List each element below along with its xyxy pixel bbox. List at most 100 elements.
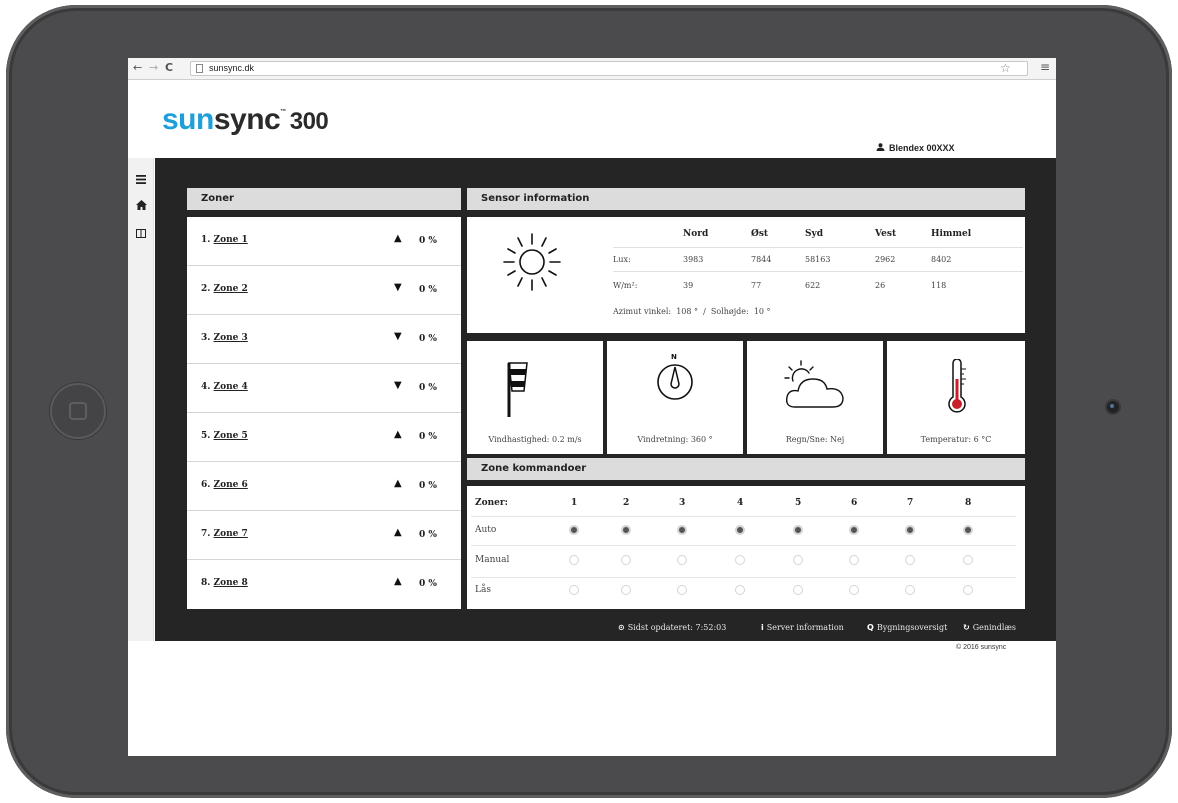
command-row-label: Auto [475, 525, 497, 535]
command-radio[interactable] [621, 585, 631, 595]
zone-link[interactable]: Zone 7 [214, 529, 248, 539]
command-radio[interactable] [905, 525, 915, 535]
command-radio[interactable] [905, 555, 915, 565]
zone-row: 6. Zone 6 ▲ 0 % [187, 462, 461, 511]
hamburger-icon[interactable] [136, 174, 146, 187]
sunsync-logo[interactable]: sunsync™ 300 [162, 103, 329, 137]
wm2-oest: 77 [751, 281, 762, 290]
command-radio[interactable] [963, 525, 973, 535]
command-radio[interactable] [849, 555, 859, 565]
logo-sun: sun [162, 103, 214, 136]
arrow-down-icon[interactable]: ▼ [394, 282, 402, 293]
building-overview-text: Bygningsoversigt [876, 623, 948, 632]
zone-percent: 0 % [419, 334, 437, 344]
camera-lens [1107, 401, 1119, 413]
server-info-link[interactable]: i Server information [761, 623, 844, 632]
command-radio[interactable] [735, 555, 745, 565]
lux-himmel: 8402 [931, 255, 952, 264]
zone-link[interactable]: Zone 2 [214, 284, 248, 294]
home-button[interactable] [50, 383, 106, 439]
browser-menu-icon[interactable]: ≡ [1040, 60, 1050, 74]
zone-label: 4. Zone 4 [201, 382, 248, 392]
bookmark-star-icon[interactable]: ☆ [1000, 61, 1011, 75]
building-overview-link[interactable]: Q Bygningsoversigt [867, 623, 947, 632]
zone-link[interactable]: Zone 4 [214, 382, 248, 392]
forward-arrow-icon[interactable]: → [149, 61, 158, 74]
zone-label: 3. Zone 3 [201, 333, 248, 343]
rain-label: Regn/Sne: Nej [785, 435, 845, 444]
arrow-up-icon[interactable]: ▲ [394, 429, 402, 440]
wm2-label: W/m²: [613, 281, 638, 290]
zone-number: 1. [201, 235, 211, 245]
zone-link[interactable]: Zone 5 [214, 431, 248, 441]
command-radio[interactable] [793, 555, 803, 565]
cloud-sun-icon [784, 360, 844, 408]
home-icon[interactable] [136, 200, 147, 213]
address-bar[interactable]: sunsync.dk [190, 61, 1028, 76]
zone-column-header: 3 [679, 498, 686, 508]
command-radio[interactable] [849, 585, 859, 595]
command-radio[interactable] [569, 585, 579, 595]
zone-column-header: 4 [737, 498, 744, 508]
arrow-down-icon[interactable]: ▼ [394, 380, 402, 391]
divider [471, 516, 1016, 517]
zone-percent: 0 % [419, 383, 437, 393]
search-icon: Q [867, 623, 874, 632]
command-radio[interactable] [793, 525, 803, 535]
sensor-panel: Nord Øst Syd Vest Himmel Lux: 3983 7844 … [467, 217, 1025, 333]
zone-label: 2. Zone 2 [201, 284, 248, 294]
command-radio[interactable] [793, 585, 803, 595]
command-radio[interactable] [963, 555, 973, 565]
command-radio[interactable] [735, 585, 745, 595]
zone-number: 4. [201, 382, 211, 392]
lux-syd: 58163 [805, 255, 831, 264]
back-arrow-icon[interactable]: ← [133, 61, 142, 74]
arrow-up-icon[interactable]: ▲ [394, 576, 402, 587]
info-icon: i [761, 623, 764, 632]
reload-icon[interactable]: C [165, 61, 173, 74]
zone-label: 1. Zone 1 [201, 235, 248, 245]
zone-row: 1. Zone 1 ▲ 0 % [187, 217, 461, 266]
wind-speed-label: Vindhastighed: 0.2 m/s [488, 435, 582, 444]
zone-column-header: 1 [571, 498, 578, 508]
logo-model: 300 [289, 108, 329, 135]
command-radio[interactable] [677, 525, 687, 535]
zone-number: 7. [201, 529, 211, 539]
page-icon [196, 64, 203, 73]
zones-panel: 1. Zone 1 ▲ 0 % 2. Zone 2 ▼ 0 % 3. Zone 3 ▼ 0 % 4… [187, 217, 461, 609]
zone-percent: 0 % [419, 579, 437, 589]
arrow-up-icon[interactable]: ▲ [394, 233, 402, 244]
zone-link[interactable]: Zone 6 [214, 480, 248, 490]
command-radio[interactable] [963, 585, 973, 595]
command-radio[interactable] [621, 525, 631, 535]
reload-text: Genindlæs [972, 623, 1016, 632]
command-radio[interactable] [677, 585, 687, 595]
command-row-label: Lås [475, 585, 491, 595]
columns-icon[interactable] [136, 228, 146, 241]
dashboard: Zoner 1. Zone 1 ▲ 0 % 2. Zone 2 ▼ 0 % 3. Zone … [155, 158, 1056, 641]
zone-link[interactable]: Zone 8 [214, 578, 248, 588]
clock-icon: ⊙ [618, 623, 625, 632]
command-radio[interactable] [735, 525, 745, 535]
command-radio[interactable] [905, 585, 915, 595]
arrow-up-icon[interactable]: ▲ [394, 527, 402, 538]
arrow-down-icon[interactable]: ▼ [394, 331, 402, 342]
lux-nord: 3983 [683, 255, 704, 264]
command-radio[interactable] [569, 555, 579, 565]
command-radio[interactable] [621, 555, 631, 565]
command-radio[interactable] [849, 525, 859, 535]
reload-link[interactable]: ↻ Genindlæs [963, 623, 1016, 632]
col-oest: Øst [751, 229, 769, 239]
zone-link[interactable]: Zone 3 [214, 333, 248, 343]
user-account[interactable]: Blendex 00XXX [876, 143, 955, 153]
lux-label: Lux: [613, 255, 631, 264]
logo-sync: sync [213, 103, 281, 136]
zone-number: 2. [201, 284, 211, 294]
command-radio[interactable] [677, 555, 687, 565]
zone-link[interactable]: Zone 1 [214, 235, 248, 245]
side-nav [128, 158, 154, 641]
zone-column-header: 5 [795, 498, 802, 508]
command-radio[interactable] [569, 525, 579, 535]
zone-label: 6. Zone 6 [201, 480, 248, 490]
arrow-up-icon[interactable]: ▲ [394, 478, 402, 489]
